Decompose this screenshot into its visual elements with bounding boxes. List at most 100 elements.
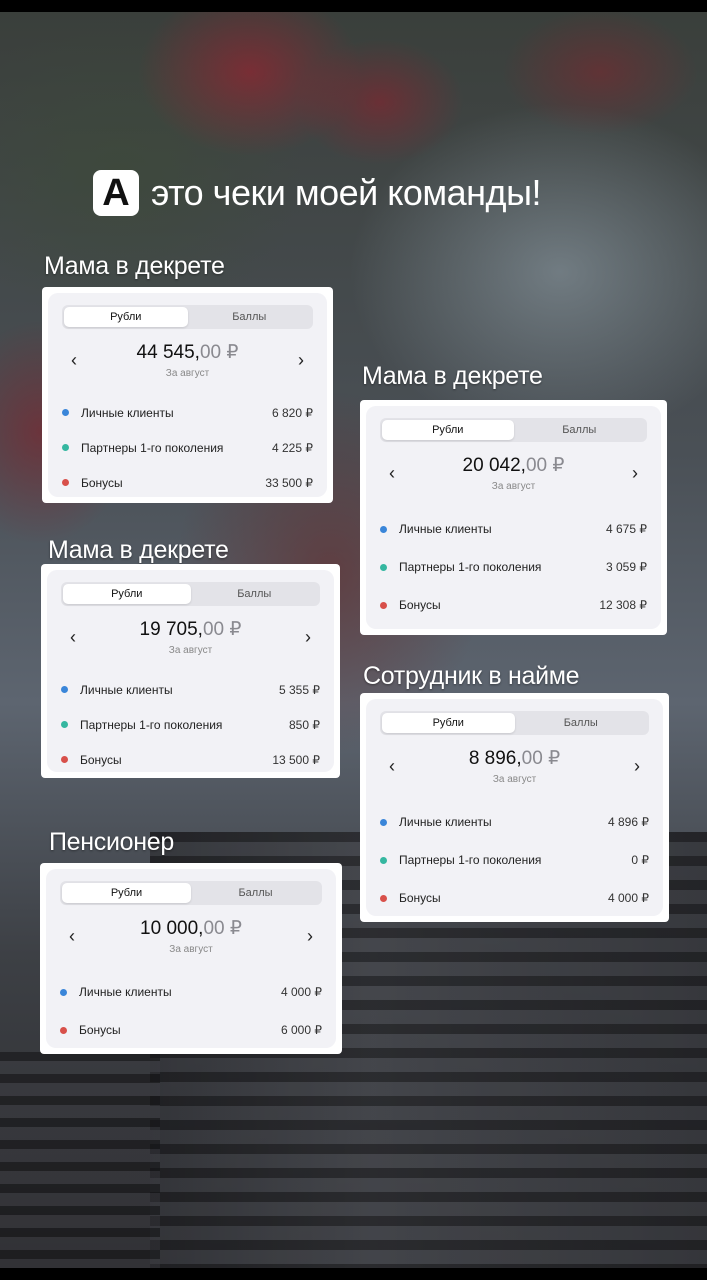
amount-decimal: 00 ₽	[199, 342, 239, 363]
amount-main: 19 705,	[139, 619, 203, 640]
row-label: Партнеры 1-го поколения	[399, 853, 542, 867]
dot-icon	[380, 818, 387, 826]
row-value: 6 820 ₽	[272, 405, 313, 420]
period-label: За август	[492, 774, 537, 785]
dot-icon	[61, 721, 68, 728]
dot-icon	[62, 444, 69, 451]
currency-toggle: Рубли Баллы	[61, 582, 320, 606]
period-label: За август	[165, 368, 210, 379]
card-body: Рубли Баллы ‹ 8 896,00 ₽ За август › Лич…	[366, 699, 663, 916]
dot-icon	[62, 479, 69, 486]
period-label: За август	[491, 481, 536, 492]
amount-decimal: 00 ₽	[202, 619, 242, 640]
row-label: Партнеры 1-го поколения	[81, 440, 224, 455]
row-value: 5 355 ₽	[279, 682, 320, 697]
tab-rubles[interactable]: Рубли	[63, 584, 191, 604]
earnings-card: Рубли Баллы ‹ 10 000,00 ₽ За август › Ли…	[40, 863, 342, 1054]
row-label: Личные клиенты	[399, 815, 492, 829]
row-value: 4 000 ₽	[608, 891, 649, 905]
list-item: Личные клиенты 4 896 ₽	[380, 803, 649, 841]
earnings-card: Рубли Баллы ‹ 44 545,00 ₽ За август › Ли…	[42, 287, 333, 503]
row-label: Личные клиенты	[81, 405, 174, 420]
tab-points[interactable]: Баллы	[515, 713, 648, 733]
list-item: Личные клиенты 4 000 ₽	[60, 973, 322, 1011]
dot-icon	[62, 409, 69, 416]
chevron-left-icon[interactable]: ‹	[384, 756, 400, 777]
row-value: 3 059 ₽	[606, 560, 647, 574]
building-image-left	[0, 1052, 160, 1268]
tab-rubles[interactable]: Рубли	[62, 883, 191, 903]
earnings-card: Рубли Баллы ‹ 20 042,00 ₽ За август › Ли…	[360, 400, 667, 635]
tab-points[interactable]: Баллы	[191, 883, 320, 903]
row-label: Бонусы	[399, 598, 441, 612]
row-label: Личные клиенты	[399, 522, 492, 536]
list-item: Личные клиенты 5 355 ₽	[61, 672, 320, 707]
row-label: Бонусы	[79, 1023, 121, 1037]
chevron-right-icon[interactable]: ›	[300, 627, 316, 648]
tab-rubles[interactable]: Рубли	[382, 420, 514, 440]
chevron-left-icon[interactable]: ‹	[384, 463, 400, 484]
dot-icon	[380, 525, 387, 533]
chevron-left-icon[interactable]: ‹	[65, 627, 81, 648]
card-label: Сотрудник в найме	[363, 662, 580, 690]
row-value: 4 675 ₽	[606, 522, 647, 536]
row-value: 4 225 ₽	[272, 440, 313, 455]
tab-rubles[interactable]: Рубли	[64, 307, 188, 327]
amount-decimal: 00 ₽	[521, 748, 561, 769]
dot-icon	[61, 686, 68, 693]
card-label: Мама в декрете	[48, 536, 229, 564]
row-label: Бонусы	[81, 475, 123, 490]
row-label: Бонусы	[399, 891, 441, 905]
dot-icon	[380, 856, 387, 864]
headline: А это чеки моей команды!	[93, 168, 541, 218]
row-value: 4 896 ₽	[608, 815, 649, 829]
dot-icon	[380, 563, 387, 571]
row-value: 13 500 ₽	[272, 752, 320, 767]
currency-toggle: Рубли Баллы	[62, 305, 313, 329]
currency-toggle: Рубли Баллы	[60, 881, 322, 905]
row-value: 4 000 ₽	[281, 985, 322, 999]
tab-rubles[interactable]: Рубли	[382, 713, 515, 733]
headline-text: это чеки моей команды!	[151, 172, 541, 213]
list-item: Бонусы 13 500 ₽	[61, 742, 320, 777]
dot-icon	[380, 894, 387, 902]
list-item: Бонусы 33 500 ₽	[62, 465, 313, 500]
tab-points[interactable]: Баллы	[191, 584, 319, 604]
list-item: Партнеры 1-го поколения 0 ₽	[380, 841, 649, 879]
chevron-right-icon[interactable]: ›	[627, 463, 643, 484]
tab-points[interactable]: Баллы	[514, 420, 646, 440]
list-item: Партнеры 1-го поколения 850 ₽	[61, 707, 320, 742]
tab-points[interactable]: Баллы	[188, 307, 312, 327]
chevron-right-icon[interactable]: ›	[629, 756, 645, 777]
chevron-left-icon[interactable]: ‹	[66, 350, 82, 371]
dot-icon	[61, 756, 68, 763]
card-body: Рубли Баллы ‹ 20 042,00 ₽ За август › Ли…	[366, 406, 661, 629]
chevron-right-icon[interactable]: ›	[293, 350, 309, 371]
amount-main: 10 000,	[140, 918, 204, 939]
amount-value: 44 545,00 ₽	[137, 341, 239, 364]
amount-main: 8 896,	[468, 748, 522, 769]
list-item: Бонусы 12 308 ₽	[380, 586, 647, 624]
earnings-card: Рубли Баллы ‹ 8 896,00 ₽ За август › Лич…	[360, 693, 669, 922]
top-letterbox	[0, 0, 707, 12]
bottom-letterbox	[0, 1268, 707, 1280]
chevron-right-icon[interactable]: ›	[302, 926, 318, 947]
card-body: Рубли Баллы ‹ 10 000,00 ₽ За август › Ли…	[46, 869, 336, 1048]
period-label: За август	[168, 645, 213, 656]
row-value: 6 000 ₽	[281, 1023, 322, 1037]
row-label: Бонусы	[80, 752, 122, 767]
row-label: Личные клиенты	[80, 682, 173, 697]
row-value: 12 308 ₽	[599, 598, 647, 612]
list-item: Партнеры 1-го поколения 3 059 ₽	[380, 548, 647, 586]
amount-decimal: 00 ₽	[525, 455, 565, 476]
row-label: Партнеры 1-го поколения	[80, 717, 223, 732]
row-value: 850 ₽	[289, 717, 320, 732]
period-label: За август	[169, 944, 213, 955]
list-item: Бонусы 6 000 ₽	[60, 1011, 322, 1049]
currency-toggle: Рубли Баллы	[380, 711, 649, 735]
list-item: Бонусы 4 000 ₽	[380, 879, 649, 917]
list-item: Личные клиенты 6 820 ₽	[62, 395, 313, 430]
amount-decimal: 00 ₽	[203, 918, 242, 939]
row-value: 33 500 ₽	[265, 475, 313, 490]
chevron-left-icon[interactable]: ‹	[64, 926, 80, 947]
